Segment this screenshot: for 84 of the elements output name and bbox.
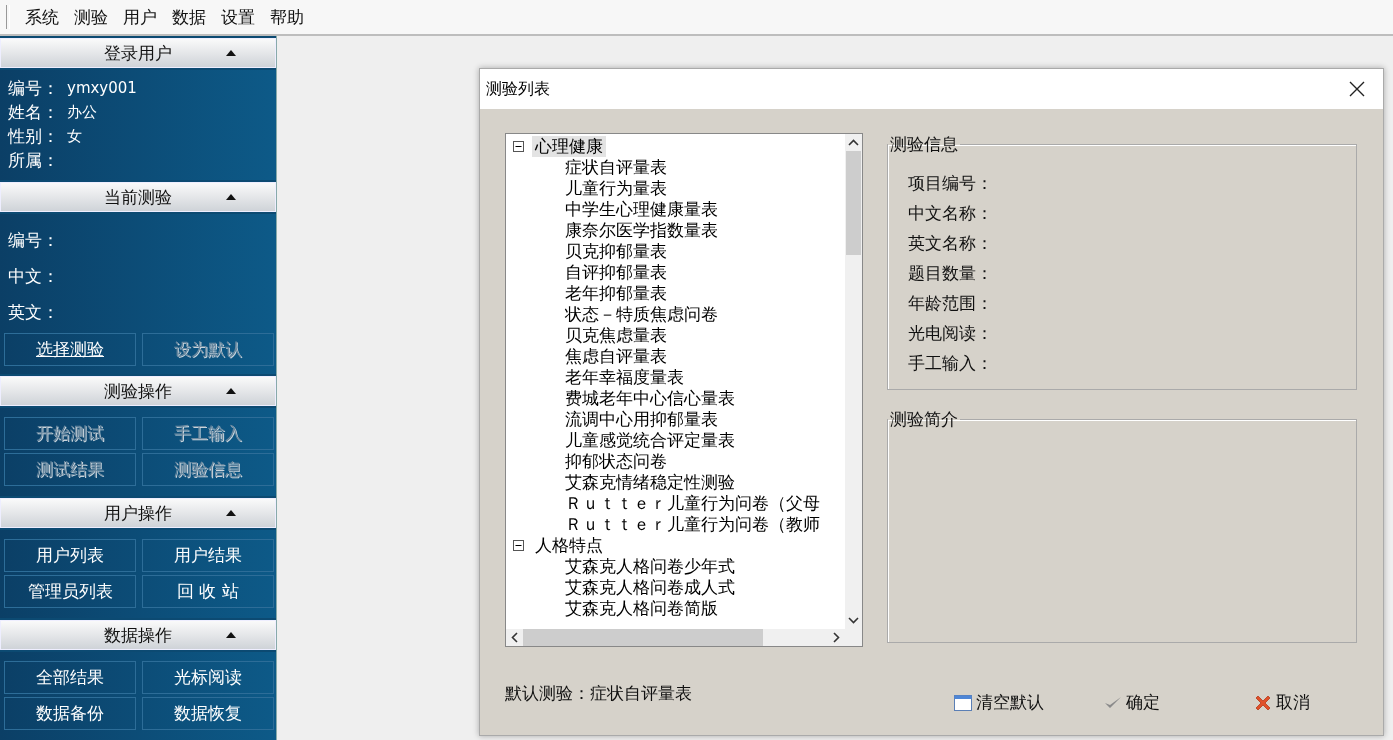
field-label: 性别： (8, 124, 59, 148)
tree-item[interactable]: 贝克抑郁量表 (513, 241, 845, 262)
menu-item[interactable]: 数据 (172, 5, 206, 29)
tree-item[interactable]: 自评抑郁量表 (513, 262, 845, 283)
collapse-arrow-icon[interactable] (225, 49, 237, 57)
section-header[interactable]: 测验操作 (0, 376, 276, 406)
tree-item[interactable]: 心理健康 (532, 136, 606, 157)
sidebar-button[interactable]: 管理员列表 (4, 575, 136, 608)
tree-item[interactable]: 艾森克人格问卷成人式 (513, 577, 845, 598)
sidebar-button[interactable]: 用户列表 (4, 539, 136, 572)
tree-item[interactable]: Ｒｕｔｔｅｒ儿童行为问卷（教师 (513, 514, 845, 535)
menu-item[interactable]: 用户 (123, 5, 157, 29)
dialog-button[interactable]: 确定 (1097, 689, 1209, 716)
field-label: 姓名： (8, 100, 59, 124)
tree-item[interactable]: Ｒｕｔｔｅｒ儿童行为问卷（父母 (513, 493, 845, 514)
scroll-thumb[interactable] (523, 629, 763, 646)
sidebar-button[interactable]: 光标阅读 (142, 661, 274, 694)
tree-item[interactable]: 状态－特质焦虑问卷 (513, 304, 845, 325)
scroll-thumb[interactable] (846, 151, 861, 255)
menu-item[interactable]: 系统 (25, 5, 59, 29)
field-value: 办公 (67, 102, 97, 122)
sidebar-button[interactable]: 选择测验 (4, 333, 136, 366)
collapse-arrow-icon[interactable] (225, 387, 237, 395)
tree-item[interactable]: 症状自评量表 (513, 157, 845, 178)
field-label: 中文名称： (908, 202, 994, 225)
field-label: 编号： (8, 228, 59, 252)
group-title: 测验简介 (889, 408, 959, 431)
menu-item[interactable]: 设置 (221, 5, 255, 29)
tree-item[interactable]: 中学生心理健康量表 (513, 199, 845, 220)
sidebar-button[interactable]: 用户结果 (142, 539, 274, 572)
collapse-arrow-icon[interactable] (225, 509, 237, 517)
sidebar-button[interactable]: 全部结果 (4, 661, 136, 694)
section-title: 用户操作 (104, 501, 172, 525)
collapse-icon[interactable] (513, 540, 524, 551)
menu-item[interactable]: 测验 (74, 5, 108, 29)
collapse-icon[interactable] (513, 141, 524, 152)
dialog-title: 测验列表 (486, 78, 550, 100)
group-title: 测验信息 (889, 133, 959, 156)
collapse-arrow-icon[interactable] (225, 193, 237, 201)
field-label: 英文： (8, 300, 59, 324)
vertical-scrollbar[interactable] (845, 134, 862, 629)
section-title: 数据操作 (104, 623, 172, 647)
dialog-button[interactable]: 取消 (1247, 689, 1359, 716)
tree-item[interactable]: 流调中心用抑郁量表 (513, 409, 845, 430)
tree-item[interactable]: 艾森克人格问卷少年式 (513, 556, 845, 577)
tree-item[interactable]: 贝克焦虑量表 (513, 325, 845, 346)
field-label: 中文： (8, 264, 59, 288)
section-title: 当前测验 (104, 185, 172, 209)
tree-item[interactable]: 焦虑自评量表 (513, 346, 845, 367)
section-header[interactable]: 用户操作 (0, 498, 276, 528)
field-label: 年龄范围： (908, 292, 994, 315)
sidebar-button[interactable]: 数据恢复 (142, 697, 274, 730)
tree-item[interactable]: 儿童行为量表 (513, 178, 845, 199)
field-label: 题目数量： (908, 262, 994, 285)
tree-item[interactable]: 老年抑郁量表 (513, 283, 845, 304)
collapse-arrow-icon[interactable] (225, 631, 237, 639)
section-header[interactable]: 数据操作 (0, 620, 276, 650)
field-label: 光电阅读： (908, 322, 994, 345)
field-value: ymxy001 (67, 79, 137, 97)
tree-item[interactable]: 抑郁状态问卷 (513, 451, 845, 472)
field-label: 所属： (8, 148, 59, 172)
field-label: 项目编号： (908, 172, 994, 195)
field-label: 英文名称： (908, 232, 994, 255)
section-header[interactable]: 登录用户 (0, 38, 276, 68)
menu-item[interactable]: 帮助 (270, 5, 304, 29)
window-icon (953, 692, 973, 713)
tree-item[interactable]: 费城老年中心信心量表 (513, 388, 845, 409)
sidebar-button[interactable]: 回 收 站 (142, 575, 274, 608)
section-header[interactable]: 当前测验 (0, 182, 276, 212)
tree-item[interactable]: 人格特点 (532, 535, 606, 556)
default-test-label: 默认测验：症状自评量表 (505, 682, 693, 705)
field-label: 编号： (8, 76, 59, 100)
close-icon[interactable] (1349, 81, 1365, 97)
section-title: 登录用户 (104, 41, 172, 65)
sidebar-button[interactable]: 数据备份 (4, 697, 136, 730)
field-label: 手工输入： (908, 352, 994, 375)
tree-item[interactable]: 康奈尔医学指数量表 (513, 220, 845, 241)
field-value: 女 (67, 126, 82, 146)
dialog-button[interactable]: 清空默认 (947, 689, 1059, 716)
tree-item[interactable]: 儿童感觉统合评定量表 (513, 430, 845, 451)
tree-item[interactable]: 老年幸福度量表 (513, 367, 845, 388)
tree-item[interactable]: 艾森克人格问卷简版 (513, 598, 845, 619)
tree-item[interactable]: 艾森克情绪稳定性测验 (513, 472, 845, 493)
section-title: 测验操作 (104, 379, 172, 403)
